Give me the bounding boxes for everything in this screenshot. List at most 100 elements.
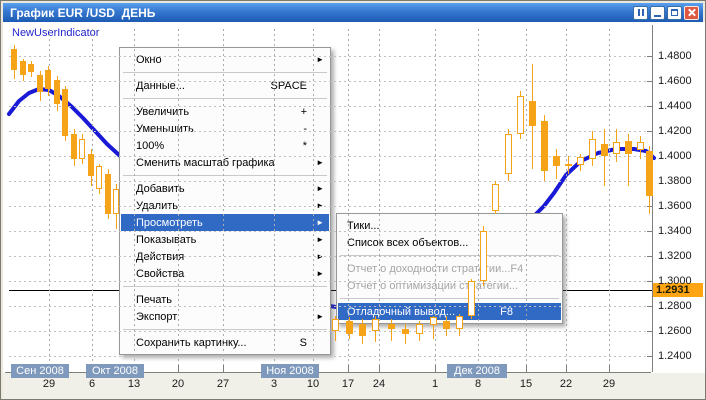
menu-item[interactable]: Просмотреть► xyxy=(121,214,329,231)
menu-item[interactable]: Свойства► xyxy=(121,265,329,282)
menu-item-label: Уменьшить xyxy=(136,123,194,135)
menu-item[interactable]: 100%* xyxy=(121,137,329,154)
price-label: 1.2600 xyxy=(658,325,692,337)
candle-body xyxy=(71,134,77,159)
candle-body xyxy=(37,75,43,93)
date-label: 22 xyxy=(555,378,577,390)
candle-body xyxy=(88,154,94,177)
menu-item[interactable]: Данные...SPACE xyxy=(121,77,329,94)
candle-body xyxy=(480,231,487,281)
price-gridline xyxy=(9,81,652,82)
menu-separator xyxy=(123,175,327,176)
menu-item-shortcut: S xyxy=(300,337,323,349)
date-gridline xyxy=(223,29,224,369)
candle-body xyxy=(113,189,119,214)
price-axis-line xyxy=(652,25,653,372)
date-label: 10 xyxy=(302,378,324,390)
candle-body xyxy=(20,61,26,75)
menu-item-shortcut: + xyxy=(301,106,323,118)
price-tick xyxy=(647,56,652,57)
date-tick xyxy=(379,365,380,372)
date-gridline xyxy=(274,29,275,369)
date-label: 13 xyxy=(123,378,145,390)
submenu-arrow-icon: ► xyxy=(316,269,324,278)
date-gridline xyxy=(313,29,314,369)
date-tick xyxy=(609,365,610,372)
date-tick xyxy=(348,365,349,372)
date-gridline xyxy=(609,29,610,369)
date-gridline xyxy=(92,29,93,369)
candle-body xyxy=(468,281,475,316)
candle-body xyxy=(332,319,339,332)
price-tick xyxy=(647,256,652,257)
candle-body xyxy=(529,101,536,126)
candle-body xyxy=(625,141,632,154)
date-gridline xyxy=(178,29,179,369)
price-tick xyxy=(647,231,652,232)
candle-body xyxy=(553,156,560,166)
menu-item[interactable]: Сохранить картинку... S xyxy=(121,334,329,351)
submenu-arrow-icon: ► xyxy=(316,235,324,244)
date-label: 3 xyxy=(263,378,285,390)
menu-item-label: Просмотреть xyxy=(136,217,203,229)
month-label: Ноя 2008 xyxy=(261,364,319,378)
candle-wick xyxy=(405,324,406,344)
price-label: 1.4800 xyxy=(658,50,692,62)
context-submenu: Тики... Список всех объектов... Отчет о до… xyxy=(336,213,563,324)
price-tick xyxy=(647,106,652,107)
menu-item-label: Сохранить картинку... xyxy=(136,337,247,349)
menu-item[interactable]: Экспорт► xyxy=(121,308,329,325)
menu-separator xyxy=(123,329,327,330)
date-gridline xyxy=(379,29,380,369)
menu-item-label: Экспорт xyxy=(136,311,177,323)
candle-body xyxy=(28,64,34,73)
menu-item-label: Тики... xyxy=(347,220,380,232)
candle-body xyxy=(346,321,353,334)
candle-body xyxy=(54,80,60,104)
date-label: 29 xyxy=(38,378,60,390)
candle-body xyxy=(517,96,524,134)
date-tick xyxy=(178,365,179,372)
price-label: 1.3000 xyxy=(658,275,692,287)
month-label: Сен 2008 xyxy=(11,364,69,378)
menu-item[interactable]: Уменьшить- xyxy=(121,120,329,137)
menu-item[interactable]: Окно► xyxy=(121,51,329,68)
menu-item[interactable]: Отчет о доходности стратегии...F4 xyxy=(338,260,561,277)
candle-body xyxy=(11,49,17,70)
price-tick xyxy=(647,356,652,357)
menu-item-label: Список всех объектов... xyxy=(347,237,468,249)
candle-body xyxy=(443,321,450,329)
price-gridline xyxy=(9,231,652,232)
month-label: Окт 2008 xyxy=(86,364,144,378)
date-label: 6 xyxy=(81,378,103,390)
date-label: 20 xyxy=(167,378,189,390)
candle-body xyxy=(646,151,653,196)
menu-item-label: Показывать xyxy=(136,234,196,246)
menu-item[interactable]: Показывать ► xyxy=(121,231,329,248)
month-label: Дек 2008 xyxy=(447,364,507,378)
candle-body xyxy=(492,184,499,212)
date-gridline xyxy=(526,29,527,369)
date-label: 15 xyxy=(515,378,537,390)
price-label: 1.3800 xyxy=(658,175,692,187)
candle-body xyxy=(589,139,596,159)
price-label: 1.4600 xyxy=(658,75,692,87)
price-gridline xyxy=(9,306,652,307)
candle-body xyxy=(565,164,572,166)
menu-item-label: 100% xyxy=(136,140,164,152)
candle-body xyxy=(359,324,366,337)
price-gridline xyxy=(9,131,652,132)
price-gridline xyxy=(9,56,652,57)
menu-item-label: Сменить масштаб графика xyxy=(136,157,275,169)
candle-body xyxy=(577,157,584,165)
price-label: 1.4200 xyxy=(658,125,692,137)
candle-body xyxy=(372,319,379,332)
candle-body xyxy=(402,329,409,334)
menu-item[interactable]: Список всех объектов... xyxy=(338,234,561,251)
menu-item[interactable]: Отчет о оптимизации стратегии... xyxy=(338,277,561,294)
price-gridline xyxy=(9,106,652,107)
price-label: 1.2800 xyxy=(658,300,692,312)
menu-item[interactable]: Добавить► xyxy=(121,180,329,197)
price-tick xyxy=(647,281,652,282)
price-tick xyxy=(647,81,652,82)
